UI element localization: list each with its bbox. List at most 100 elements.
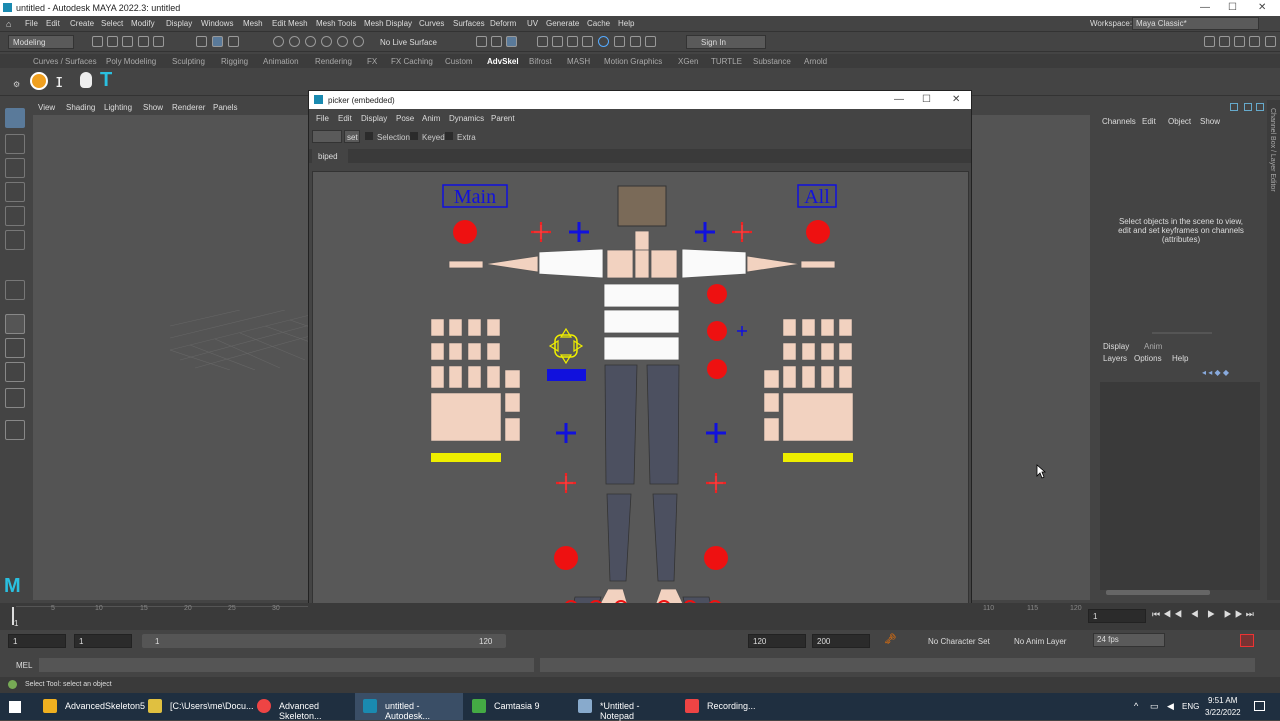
cb-icon-1[interactable] bbox=[1230, 103, 1238, 111]
shoulder-left[interactable] bbox=[650, 249, 678, 279]
forearm-right[interactable] bbox=[484, 255, 539, 273]
upperarm-left[interactable] bbox=[681, 248, 747, 279]
snap-grid-icon[interactable] bbox=[273, 36, 284, 47]
ik-leg-left[interactable] bbox=[704, 421, 728, 445]
auto-key-icon[interactable]: 🗝 bbox=[884, 634, 897, 645]
shelf-tab-mash[interactable]: MASH bbox=[567, 57, 590, 66]
palm-left[interactable] bbox=[782, 392, 854, 442]
redo-icon[interactable] bbox=[153, 36, 164, 47]
pk-menu-display[interactable]: Display bbox=[361, 114, 387, 123]
pole-arm-right[interactable] bbox=[529, 220, 553, 244]
pole-arm-left[interactable] bbox=[730, 220, 754, 244]
finger-r-11[interactable] bbox=[467, 365, 482, 389]
menu-mesh[interactable]: Mesh bbox=[243, 19, 263, 28]
volume-icon[interactable]: ◀ bbox=[1167, 701, 1174, 712]
select-object-icon[interactable] bbox=[212, 36, 223, 47]
shelf-tab-rigging[interactable]: Rigging bbox=[221, 57, 248, 66]
shelf-tab-poly-modeling[interactable]: Poly Modeling bbox=[106, 57, 156, 66]
shelf-tab-curves-surfaces[interactable]: Curves / Surfaces bbox=[33, 57, 97, 66]
fingers-right-bar[interactable] bbox=[431, 453, 501, 462]
thumb-r-1[interactable] bbox=[504, 369, 521, 389]
scale-tool-icon[interactable] bbox=[5, 230, 25, 250]
snap-view-icon[interactable] bbox=[337, 36, 348, 47]
menu-generate[interactable]: Generate bbox=[546, 19, 579, 28]
taskbar-advancedskeleton[interactable]: AdvancedSkeleton5 bbox=[35, 693, 145, 720]
finger-r-6[interactable] bbox=[448, 342, 463, 361]
finger-l-12[interactable] bbox=[838, 365, 853, 389]
thumb-r-3[interactable] bbox=[504, 417, 521, 442]
move-tool-icon[interactable] bbox=[5, 182, 25, 202]
menu-display[interactable]: Display bbox=[166, 19, 192, 28]
menu-file[interactable]: File bbox=[25, 19, 38, 28]
thumb-r-2[interactable] bbox=[504, 392, 521, 413]
finger-l-8[interactable] bbox=[838, 342, 853, 361]
finger-r-2[interactable] bbox=[448, 318, 463, 337]
shelf-tab-sculpting[interactable]: Sculpting bbox=[172, 57, 205, 66]
thumb-l-2[interactable] bbox=[763, 392, 780, 413]
side-tab-channel-box[interactable]: Channel Box / Layer Editor bbox=[1269, 108, 1276, 192]
vp-menu-view[interactable]: View bbox=[38, 103, 55, 112]
windows-start-icon[interactable] bbox=[9, 701, 21, 713]
snap-surface-icon[interactable] bbox=[321, 36, 332, 47]
taskbar-maya[interactable]: untitled - Autodesk... bbox=[355, 693, 463, 721]
vp-menu-shading[interactable]: Shading bbox=[66, 103, 95, 112]
shin-left[interactable] bbox=[652, 493, 678, 582]
menu-cache[interactable]: Cache bbox=[587, 19, 610, 28]
panel-toggle-5-icon[interactable] bbox=[1265, 36, 1276, 47]
fps-select[interactable]: 24 fps bbox=[1093, 633, 1165, 647]
anim-layer-select[interactable]: No Anim Layer bbox=[1014, 637, 1066, 646]
menu-create[interactable]: Create bbox=[70, 19, 94, 28]
single-view-icon[interactable] bbox=[5, 314, 25, 334]
select-hierarchy-icon[interactable] bbox=[196, 36, 207, 47]
picker-icon[interactable]: T bbox=[100, 70, 112, 90]
shelf-settings-icon[interactable]: ⚙ bbox=[13, 80, 20, 89]
outliner-layout-icon[interactable] bbox=[5, 388, 25, 408]
biped-rig-icon[interactable]: ɪ bbox=[56, 72, 62, 90]
pk-menu-anim[interactable]: Anim bbox=[422, 114, 440, 123]
arnold-stop-icon[interactable] bbox=[630, 36, 641, 47]
finger-r-3[interactable] bbox=[467, 318, 482, 337]
search-icon[interactable] bbox=[5, 420, 25, 440]
pk-menu-file[interactable]: File bbox=[316, 114, 329, 123]
finger-r-9[interactable] bbox=[430, 365, 445, 389]
lasso-tool-icon[interactable] bbox=[5, 134, 25, 154]
clock-date[interactable]: 3/22/2022 bbox=[1205, 708, 1241, 717]
taskbar-recording[interactable]: Recording... bbox=[677, 693, 782, 720]
shelf-tab-bifrost[interactable]: Bifrost bbox=[529, 57, 552, 66]
finger-l-2[interactable] bbox=[801, 318, 816, 337]
shelf-tab-fx[interactable]: FX bbox=[367, 57, 377, 66]
paint-select-icon[interactable] bbox=[5, 158, 25, 178]
hypershade-icon[interactable] bbox=[552, 36, 563, 47]
shin-right[interactable] bbox=[606, 493, 632, 582]
fkik-arm-left[interactable] bbox=[806, 220, 830, 244]
snap-live-icon[interactable] bbox=[353, 36, 364, 47]
network-icon[interactable]: ▭ bbox=[1150, 701, 1159, 712]
thigh-right[interactable] bbox=[604, 364, 638, 485]
shelf-tab-animation[interactable]: Animation bbox=[263, 57, 299, 66]
live-surface-label[interactable]: No Live Surface bbox=[380, 38, 437, 47]
arnold-ipr-icon[interactable] bbox=[614, 36, 625, 47]
pk-menu-parent[interactable]: Parent bbox=[491, 114, 515, 123]
shelf-tab-substance[interactable]: Substance bbox=[753, 57, 791, 66]
select-tool-icon[interactable] bbox=[5, 108, 25, 128]
layer-list[interactable] bbox=[1100, 382, 1260, 590]
select-component-icon[interactable] bbox=[228, 36, 239, 47]
shelf-tab-advskel[interactable]: AdvSkel bbox=[487, 57, 519, 66]
ipr-render-icon[interactable] bbox=[506, 36, 517, 47]
mel-label[interactable]: MEL bbox=[16, 661, 32, 670]
layer-buttons-icon[interactable]: ◂ ◂ ◆ ◆ bbox=[1202, 368, 1229, 377]
shelf-tab-fx-caching[interactable]: FX Caching bbox=[391, 57, 433, 66]
hand-left-ctrl[interactable] bbox=[800, 260, 836, 269]
panel-toggle-2-icon[interactable] bbox=[1219, 36, 1230, 47]
spine-1[interactable] bbox=[603, 283, 680, 308]
finger-l-6[interactable] bbox=[801, 342, 816, 361]
fkik-arm-right[interactable] bbox=[453, 220, 477, 244]
range-track[interactable] bbox=[142, 634, 506, 648]
menu-mesh-display[interactable]: Mesh Display bbox=[364, 19, 412, 28]
last-tool-icon[interactable] bbox=[5, 280, 25, 300]
layer-menu-help[interactable]: Help bbox=[1172, 354, 1188, 363]
pause-icon[interactable] bbox=[645, 36, 656, 47]
finger-r-10[interactable] bbox=[448, 365, 463, 389]
render-sequence-icon[interactable] bbox=[476, 36, 487, 47]
finger-l-9[interactable] bbox=[782, 365, 797, 389]
